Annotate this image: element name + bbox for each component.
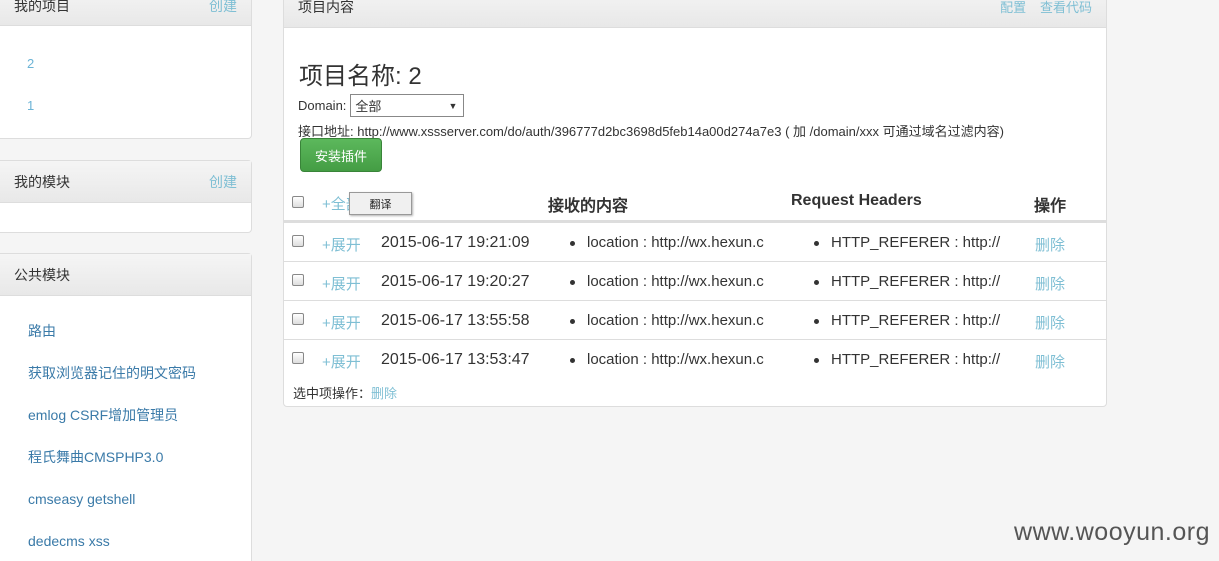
row-content-text: location : http://wx.hexun.c: [587, 312, 764, 329]
domain-filter: Domain: 全部 ▼: [298, 94, 465, 117]
my-projects-header: 我的项目 创建: [0, 0, 251, 26]
module-item-router[interactable]: 路由: [28, 310, 251, 352]
domain-select-value: 全部: [355, 99, 382, 114]
project-name: 项目名称: 2: [299, 63, 422, 90]
view-code-link[interactable]: 查看代码: [1040, 0, 1092, 15]
row-time: 2015-06-17 19:21:09: [381, 234, 530, 251]
expand-link[interactable]: +展开: [322, 351, 361, 372]
row-headers-text: HTTP_REFERER : http://: [831, 312, 1001, 329]
delete-link[interactable]: 删除: [1035, 234, 1065, 255]
table-row: +展开 2015-06-17 19:21:09 location : http:…: [284, 222, 1106, 261]
watermark: www.wooyun.org: [1014, 518, 1210, 546]
bullet-icon: [814, 318, 819, 324]
public-modules-header: 公共模块: [0, 254, 251, 296]
row-content-text: location : http://wx.hexun.c: [587, 351, 764, 368]
row-checkbox[interactable]: [292, 313, 304, 325]
row-content: location : http://wx.hexun.c: [570, 234, 768, 251]
row-checkbox[interactable]: [292, 352, 304, 364]
bullet-icon: [570, 279, 575, 285]
bullet-icon: [814, 240, 819, 246]
domain-select[interactable]: 全部 ▼: [350, 94, 465, 117]
my-modules-header: 我的模块 创建: [0, 161, 251, 203]
my-projects-title: 我的项目: [14, 0, 70, 14]
row-content: location : http://wx.hexun.c: [570, 312, 768, 329]
selected-ops-label: 选中项操作：: [293, 386, 372, 401]
expand-link[interactable]: +展开: [322, 312, 361, 333]
select-all-checkbox[interactable]: [292, 196, 304, 208]
row-time: 2015-06-17 19:20:27: [381, 273, 530, 290]
row-headers-text: HTTP_REFERER : http://: [831, 351, 1001, 368]
domain-label: Domain:: [298, 98, 347, 113]
row-headers: HTTP_REFERER : http://: [814, 351, 1009, 368]
module-item-emlog-csrf[interactable]: emlog CSRF增加管理员: [28, 394, 251, 436]
delete-selected-link[interactable]: 删除: [371, 386, 397, 401]
col-content: 接收的内容: [548, 198, 629, 215]
create-module-link[interactable]: 创建: [209, 172, 237, 192]
project-item-1[interactable]: 1: [27, 98, 34, 113]
create-project-link[interactable]: 创建: [209, 0, 237, 16]
row-content: location : http://wx.hexun.c: [570, 351, 768, 368]
module-item-dedecms[interactable]: dedecms xss: [28, 520, 251, 561]
row-headers: HTTP_REFERER : http://: [814, 273, 1009, 290]
selected-ops: 选中项操作：删除: [293, 383, 397, 402]
delete-link[interactable]: 删除: [1035, 273, 1065, 294]
row-time: 2015-06-17 13:53:47: [381, 351, 530, 368]
expand-link[interactable]: +展开: [322, 234, 361, 255]
row-headers: HTTP_REFERER : http://: [814, 234, 1009, 251]
project-item-2[interactable]: 2: [27, 56, 34, 71]
row-checkbox[interactable]: [292, 235, 304, 247]
public-modules-panel: 公共模块 路由 获取浏览器记住的明文密码 emlog CSRF增加管理员 程氏舞…: [0, 253, 252, 561]
table-row: +展开 2015-06-17 19:20:27 location : http:…: [284, 261, 1106, 300]
row-content-text: location : http://wx.hexun.c: [587, 273, 764, 290]
caret-down-icon: ▼: [448, 100, 458, 111]
col-action: 操作: [1034, 198, 1067, 215]
module-item-cmseasy[interactable]: cmseasy getshell: [28, 478, 251, 520]
my-modules-title: 我的模块: [14, 173, 70, 190]
translate-tooltip[interactable]: 翻译: [349, 192, 412, 215]
row-headers-text: HTTP_REFERER : http://: [831, 273, 1001, 290]
row-headers-text: HTTP_REFERER : http://: [831, 234, 1001, 251]
row-time: 2015-06-17 13:55:58: [381, 312, 530, 329]
delete-link[interactable]: 删除: [1035, 312, 1065, 333]
table-header: +全部 时间 翻译 接收的内容 Request Headers 操作: [284, 182, 1106, 222]
row-content-text: location : http://wx.hexun.c: [587, 234, 764, 251]
module-item-browser-passwords[interactable]: 获取浏览器记住的明文密码: [28, 352, 251, 394]
bullet-icon: [570, 240, 575, 246]
col-headers: Request Headers: [791, 192, 922, 209]
delete-link[interactable]: 删除: [1035, 351, 1065, 372]
public-modules-list: 路由 获取浏览器记住的明文密码 emlog CSRF增加管理员 程氏舞曲CMSP…: [0, 310, 251, 561]
module-item-cmsphp[interactable]: 程氏舞曲CMSPHP3.0: [28, 436, 251, 478]
project-content-panel: 项目内容 配置 查看代码 项目名称: 2 Domain: 全部 ▼ 接口地址: …: [283, 0, 1107, 407]
row-checkbox[interactable]: [292, 274, 304, 286]
my-modules-panel: 我的模块 创建: [0, 160, 252, 233]
row-headers: HTTP_REFERER : http://: [814, 312, 1009, 329]
config-link[interactable]: 配置: [1000, 0, 1026, 15]
install-plugin-button[interactable]: 安装插件: [300, 138, 382, 172]
row-content: location : http://wx.hexun.c: [570, 273, 768, 290]
endpoint-url: 接口地址: http://www.xssserver.com/do/auth/3…: [298, 124, 1004, 139]
project-content-title: 项目内容: [298, 0, 354, 15]
project-content-header: 项目内容 配置 查看代码: [284, 0, 1106, 28]
bullet-icon: [814, 279, 819, 285]
sidebar: 我的项目 创建 2 1 我的模块 创建 公共模块 路由 获取浏览器记住的明文密码…: [0, 0, 252, 561]
table-row: +展开 2015-06-17 13:53:47 location : http:…: [284, 339, 1106, 378]
public-modules-title: 公共模块: [14, 266, 70, 283]
bullet-icon: [570, 357, 575, 363]
my-projects-panel: 我的项目 创建 2 1: [0, 0, 252, 139]
bullet-icon: [814, 357, 819, 363]
table-row: +展开 2015-06-17 13:55:58 location : http:…: [284, 300, 1106, 339]
expand-link[interactable]: +展开: [322, 273, 361, 294]
bullet-icon: [570, 318, 575, 324]
